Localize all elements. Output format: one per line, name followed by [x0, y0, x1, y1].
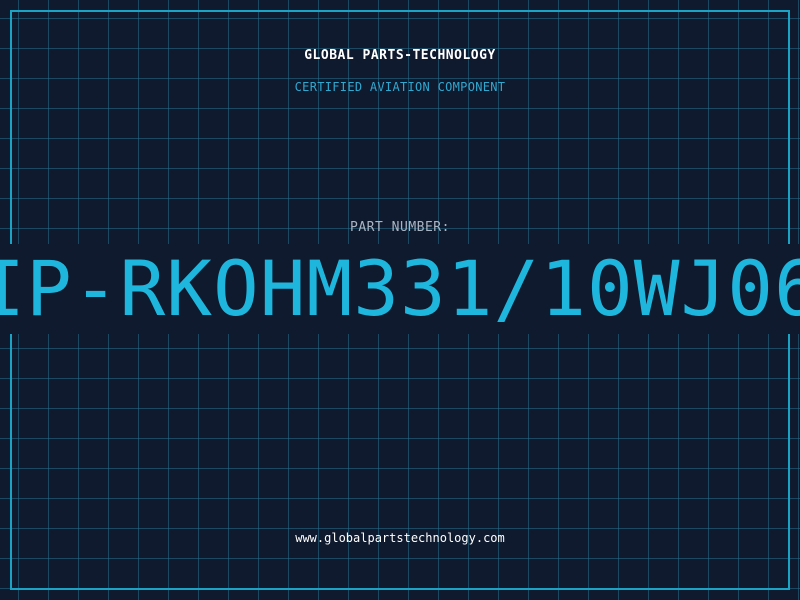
- brand-title: GLOBAL PARTS-TECHNOLOGY: [304, 48, 496, 63]
- part-number-label: PART NUMBER:: [350, 220, 450, 235]
- part-number-band: IP-RKOHM331/10WJ06: [0, 244, 800, 334]
- website-url: www.globalpartstechnology.com: [295, 531, 505, 545]
- part-number-value: IP-RKOHM331/10WJ06: [0, 244, 800, 333]
- brand-subtitle: CERTIFIED AVIATION COMPONENT: [294, 80, 506, 94]
